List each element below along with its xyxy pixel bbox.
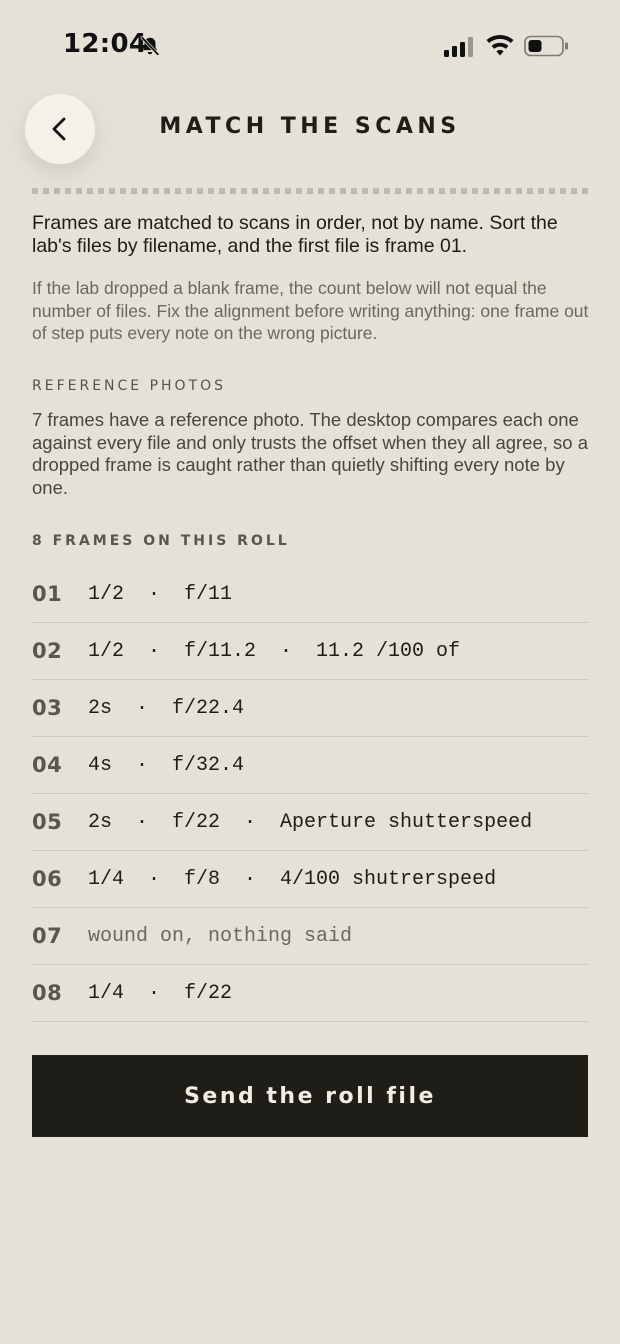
frame-row-03[interactable]: 03 2s · f/22.4 (32, 680, 588, 737)
battery-icon (524, 35, 568, 57)
wifi-icon (486, 34, 514, 56)
frame-row-06[interactable]: 06 1/4 · f/8 · 4/100 shutrerspeed (32, 851, 588, 908)
bell-slash-icon (140, 36, 160, 56)
intro-text: Frames are matched to scans in order, no… (32, 212, 558, 257)
frame-row-04[interactable]: 04 4s · f/32.4 (32, 737, 588, 794)
page-title: MATCH THE SCANS (159, 114, 461, 139)
frame-exposure: 4s · f/32.4 (88, 753, 245, 777)
frame-row-08[interactable]: 08 1/4 · f/22 (32, 965, 588, 1022)
frame-row-02[interactable]: 02 1/2 · f/11.2 · 11.2 /100 of (32, 623, 588, 680)
frame-exposure: 1/2 · f/11.2 · 11.2 /100 of (88, 639, 461, 663)
frame-number: 05 (32, 810, 63, 834)
reference-photos-label: REFERENCE PHOTOS (32, 378, 227, 394)
alignment-note: If the lab dropped a blank frame, the co… (32, 278, 589, 343)
dotted-divider (32, 188, 588, 194)
frame-number: 02 (32, 639, 63, 663)
frame-exposure: wound on, nothing said (88, 924, 353, 948)
status-time: 12:04 (63, 29, 148, 59)
frame-number: 04 (32, 753, 63, 777)
frame-number: 01 (32, 582, 63, 606)
frame-number: 07 (32, 924, 63, 948)
reference-photos-text: 7 frames have a reference photo. The des… (32, 409, 589, 498)
frame-exposure: 2s · f/22.4 (88, 696, 245, 720)
cellular-signal-icon (444, 37, 473, 57)
frame-exposure: 1/4 · f/8 · 4/100 shutrerspeed (88, 867, 497, 891)
frames-list: 01 1/2 · f/11 02 1/2 · f/11.2 · 11.2 /10… (32, 566, 588, 1022)
frame-exposure: 1/4 · f/22 (88, 981, 233, 1005)
frame-number: 06 (32, 867, 63, 891)
send-roll-file-button[interactable]: Send the roll file (32, 1055, 588, 1137)
frame-row-07[interactable]: 07 wound on, nothing said (32, 908, 588, 965)
frame-exposure: 1/2 · f/11 (88, 582, 233, 606)
frame-exposure: 2s · f/22 · Aperture shutterspeed (88, 810, 533, 834)
frame-row-05[interactable]: 05 2s · f/22 · Aperture shutterspeed (32, 794, 588, 851)
frame-number: 03 (32, 696, 63, 720)
frame-row-01[interactable]: 01 1/2 · f/11 (32, 566, 588, 623)
frame-number: 08 (32, 981, 63, 1005)
status-bar: 12:04 (0, 0, 620, 92)
frames-count-label: 8 FRAMES ON THIS ROLL (32, 533, 290, 549)
